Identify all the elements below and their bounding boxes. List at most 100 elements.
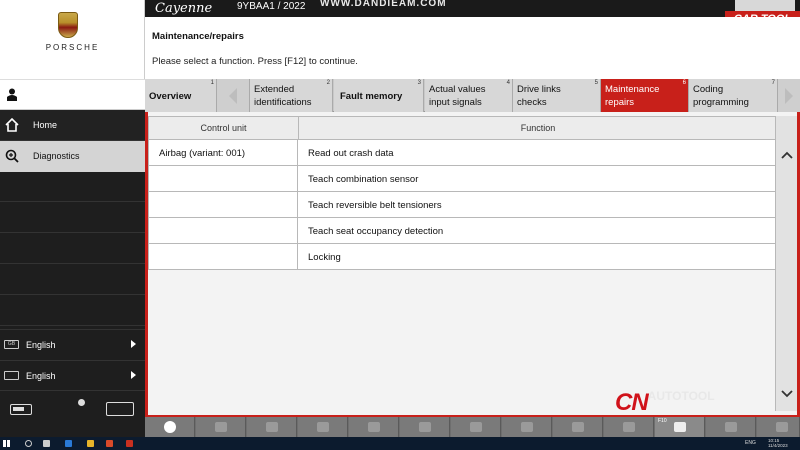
language-selector-keyboard[interactable]: English (0, 360, 145, 390)
corner-watermark-graphic (735, 0, 795, 11)
globe-icon (164, 421, 176, 433)
porsche-crest-icon (58, 12, 78, 38)
globe-button[interactable] (145, 417, 195, 437)
watermark-main: CN (615, 389, 649, 416)
question-icon (215, 422, 227, 432)
tab-label: Maintenance repairs (605, 84, 660, 108)
brand-logo-area: PORSCHE (0, 0, 145, 79)
sidebar-item-diagnostics[interactable]: Diagnostics (0, 141, 145, 172)
sidebar-item-home[interactable]: Home (0, 110, 145, 141)
windows-start-icon[interactable] (3, 440, 10, 447)
tag-button[interactable] (604, 417, 654, 437)
vehicle-variant: 9YBAA1 / 2022 (237, 1, 306, 12)
page-instruction: Please select a function. Press [F12] to… (152, 56, 358, 67)
app-icon[interactable] (106, 440, 113, 447)
tab-coding-programming[interactable]: Coding programming 7 (689, 79, 778, 112)
info-icon[interactable] (78, 399, 85, 406)
close-icon (725, 422, 737, 432)
diagnostic-app-icon[interactable] (126, 440, 133, 447)
printer-icon (266, 422, 278, 432)
edge-icon[interactable] (65, 440, 72, 447)
tab-drive-links-checks[interactable]: Drive links checks 5 (513, 79, 601, 112)
folder-icon[interactable] (87, 440, 94, 447)
table-row[interactable]: Locking (148, 244, 778, 270)
pencil-icon (368, 422, 380, 432)
tab-label: Overview (149, 91, 192, 102)
user-icon (7, 88, 17, 101)
tab-number: 4 (506, 80, 510, 86)
search-icon[interactable] (25, 440, 32, 447)
tab-overview[interactable]: Overview 1 (145, 79, 217, 112)
column-header-function: Function (298, 116, 778, 140)
vehicle-bar: Cayenne 9YBAA1 / 2022 WWW.DANDIEAM.COM (145, 0, 800, 17)
watermark-sub: AUTOTOOL (647, 389, 715, 403)
export-button[interactable] (451, 417, 501, 437)
table-row[interactable]: Airbag (variant: 001) Read out crash dat… (148, 140, 778, 166)
tab-bar: Overview 1 Extended identifications 2 Fa… (145, 79, 800, 112)
tool-button[interactable] (502, 417, 552, 437)
chevron-up-icon[interactable] (781, 150, 793, 162)
table-row[interactable]: Teach seat occupancy detection (148, 218, 778, 244)
tab-number: 5 (594, 80, 598, 86)
print-button[interactable] (247, 417, 297, 437)
continue-button[interactable] (757, 417, 800, 437)
sidebar-empty-slot (0, 234, 145, 264)
windows-taskbar: ENG 10:15 11/4/2023 (0, 437, 800, 450)
document-icon (674, 422, 686, 432)
filter-button[interactable] (400, 417, 450, 437)
tab-scroll-right-button[interactable] (778, 79, 800, 112)
language-selector-gb[interactable]: GB English (0, 329, 145, 359)
vehicle-model: Cayenne (155, 1, 213, 16)
tray-language[interactable]: ENG (745, 440, 756, 446)
help-button[interactable] (196, 417, 246, 437)
chart-button[interactable] (298, 417, 348, 437)
header-panel: Maintenance/repairs Please select a func… (145, 17, 800, 79)
tab-label: Actual values input signals (429, 84, 486, 108)
function-cell: Teach seat occupancy detection (298, 218, 778, 244)
function-cell: Teach reversible belt tensioners (298, 192, 778, 218)
column-header-control-unit: Control unit (148, 116, 299, 140)
chevron-right-icon (131, 371, 136, 379)
brand-wordmark: PORSCHE (45, 43, 100, 52)
tag-icon (623, 422, 635, 432)
tab-maintenance-repairs[interactable]: Maintenance repairs 6 (601, 79, 689, 112)
tray-clock[interactable]: 10:15 11/4/2023 (768, 438, 788, 448)
vertical-scrollbar[interactable] (775, 116, 797, 411)
tab-actual-values[interactable]: Actual values input signals 4 (425, 79, 513, 112)
battery-icon (10, 404, 32, 415)
sidebar-item-label: Diagnostics (33, 151, 80, 161)
tab-label: Fault memory (340, 91, 403, 102)
sidebar: PORSCHE Home Diagnostics GB English Engl… (0, 0, 145, 437)
tab-label: Coding programming (693, 84, 749, 108)
play-icon (572, 422, 584, 432)
user-row[interactable] (0, 79, 145, 110)
edit-button[interactable] (349, 417, 399, 437)
vci-connection-icon (106, 402, 134, 416)
double-chevron-right-icon (776, 422, 788, 432)
keyboard-icon (4, 371, 19, 380)
control-unit-cell: Airbag (variant: 001) (148, 140, 298, 166)
table-row[interactable]: Teach combination sensor (148, 166, 778, 192)
tab-label: Extended identifications (254, 84, 312, 108)
cancel-button[interactable] (706, 417, 756, 437)
sidebar-empty-slot (0, 203, 145, 233)
export-icon (470, 422, 482, 432)
play-button[interactable] (553, 417, 603, 437)
tab-extended-identifications[interactable]: Extended identifications 2 (250, 79, 333, 112)
tab-label: Drive links checks (517, 84, 561, 108)
tab-fault-memory[interactable]: Fault memory 3 (334, 79, 424, 112)
task-view-icon[interactable] (43, 440, 50, 447)
control-unit-cell (148, 192, 298, 218)
function-cell: Read out crash data (298, 140, 778, 166)
table-row[interactable]: Teach reversible belt tensioners (148, 192, 778, 218)
chevron-down-icon[interactable] (781, 387, 793, 399)
page-title: Maintenance/repairs (152, 31, 244, 42)
tab-number: 7 (771, 80, 775, 86)
tab-scroll-left-button[interactable] (217, 79, 250, 112)
gb-flag-icon: GB (4, 340, 19, 349)
tab-number: 3 (417, 80, 421, 86)
control-unit-cell (148, 218, 298, 244)
sidebar-empty-slot (0, 265, 145, 295)
house-icon (5, 118, 19, 132)
wrench-icon (521, 422, 533, 432)
